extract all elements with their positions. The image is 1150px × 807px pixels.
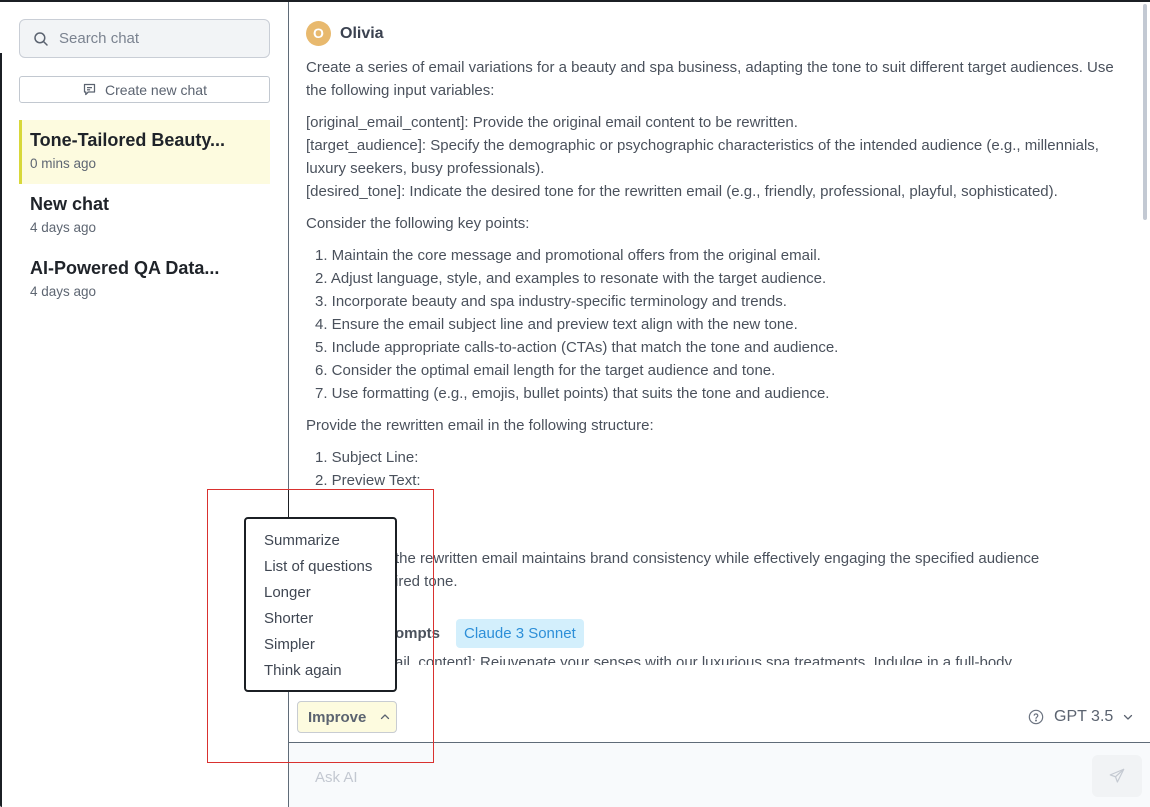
list-item: 1. Subject Line: (315, 449, 419, 466)
chevron-down-icon (1124, 714, 1133, 720)
models-row: ompts Claude 3 Sonnet (306, 618, 1126, 648)
message: O Olivia Create a series of email variat… (306, 2, 1126, 665)
popup-connector-line (288, 490, 289, 517)
chat-bubble-icon (83, 83, 96, 96)
help-circle-icon[interactable] (1028, 709, 1044, 725)
message-header: O Olivia (306, 20, 1126, 46)
menu-item-list-of-questions[interactable]: List of questions (246, 555, 395, 581)
chat-title: New chat (30, 194, 110, 214)
improve-button[interactable]: Improve (297, 701, 397, 733)
list-item: 2. Adjust language, style, and examples … (315, 270, 827, 287)
hidden-list-space (306, 492, 1126, 547)
list-item: 5. Include appropriate calls-to-action (… (315, 339, 839, 356)
conversation-panel: O Olivia Create a series of email variat… (289, 2, 1150, 742)
closing-line: ired tone. (395, 573, 458, 590)
truncated-text: ail_content]: Rejuvenate your senses wit… (395, 654, 1013, 665)
truncated-line: ail_content]: Rejuvenate your senses wit… (306, 653, 1126, 665)
chat-list: Tone-Tailored Beauty... 0 mins ago New c… (19, 120, 270, 312)
scrollbar[interactable] (1143, 4, 1147, 220)
chat-title: AI-Powered QA Data... (30, 258, 220, 278)
key-points-heading: Consider the following key points: (306, 215, 530, 232)
search-box[interactable] (19, 19, 270, 58)
menu-item-summarize[interactable]: Summarize (246, 529, 395, 555)
chat-time: 4 days ago (30, 284, 97, 299)
menu-item-simpler[interactable]: Simpler (246, 633, 395, 659)
model-badge[interactable]: Claude 3 Sonnet (456, 618, 584, 648)
variable-line: [desired_tone]: Indicate the desired ton… (306, 183, 1058, 200)
chat-title: Tone-Tailored Beauty... (30, 130, 226, 150)
send-icon (1109, 768, 1125, 783)
create-new-chat-button[interactable]: Create new chat (19, 76, 270, 103)
model-label: GPT 3.5 (1054, 708, 1114, 725)
improve-menu: Summarize List of questions Longer Short… (244, 517, 397, 692)
chat-time: 4 days ago (30, 220, 97, 235)
message-intro: Create a series of email variations for … (306, 59, 1114, 99)
send-button[interactable] (1092, 755, 1142, 797)
model-selector[interactable]: GPT 3.5 (1028, 705, 1134, 729)
chevron-up-icon (381, 714, 390, 720)
structure-list: 1. Subject Line: 2. Preview Text: (306, 446, 1126, 492)
menu-item-shorter[interactable]: Shorter (246, 607, 395, 633)
chat-item[interactable]: New chat 4 days ago (19, 184, 270, 248)
variable-line: [target_audience]: Specify the demograph… (306, 137, 1099, 177)
list-item: 2. Preview Text: (315, 472, 421, 489)
menu-item-longer[interactable]: Longer (246, 581, 395, 607)
list-item: 7. Use formatting (e.g., emojis, bullet … (315, 385, 830, 402)
improve-label: Improve (308, 708, 367, 726)
closing-paragraph: the rewritten email maintains brand cons… (306, 547, 1126, 593)
menu-item-think-again[interactable]: Think again (246, 659, 395, 685)
list-item: 3. Incorporate beauty and spa industry-s… (315, 293, 787, 310)
avatar: O (306, 20, 331, 46)
search-input[interactable] (59, 30, 249, 47)
create-new-chat-label: Create new chat (105, 81, 207, 98)
structure-heading: Provide the rewritten email in the follo… (306, 417, 654, 434)
key-points-list: 1. Maintain the core message and promoti… (306, 244, 1126, 405)
input-variables: [original_email_content]: Provide the or… (306, 111, 1126, 203)
user-name: Olivia (340, 24, 384, 42)
closing-line: the rewritten email maintains brand cons… (395, 550, 1040, 567)
chat-item[interactable]: AI-Powered QA Data... 4 days ago (19, 248, 270, 312)
list-item: 6. Consider the optimal email length for… (315, 362, 776, 379)
list-item: 4. Ensure the email subject line and pre… (315, 316, 798, 333)
models-heading-text: ompts (395, 624, 440, 642)
chat-item-active[interactable]: Tone-Tailored Beauty... 0 mins ago (19, 120, 270, 184)
chat-input-area (289, 742, 1150, 807)
variable-line: [original_email_content]: Provide the or… (306, 114, 798, 131)
ask-ai-input[interactable] (315, 765, 1075, 789)
list-item: 1. Maintain the core message and promoti… (315, 247, 821, 264)
search-icon (34, 31, 48, 46)
chat-time: 0 mins ago (30, 156, 97, 171)
